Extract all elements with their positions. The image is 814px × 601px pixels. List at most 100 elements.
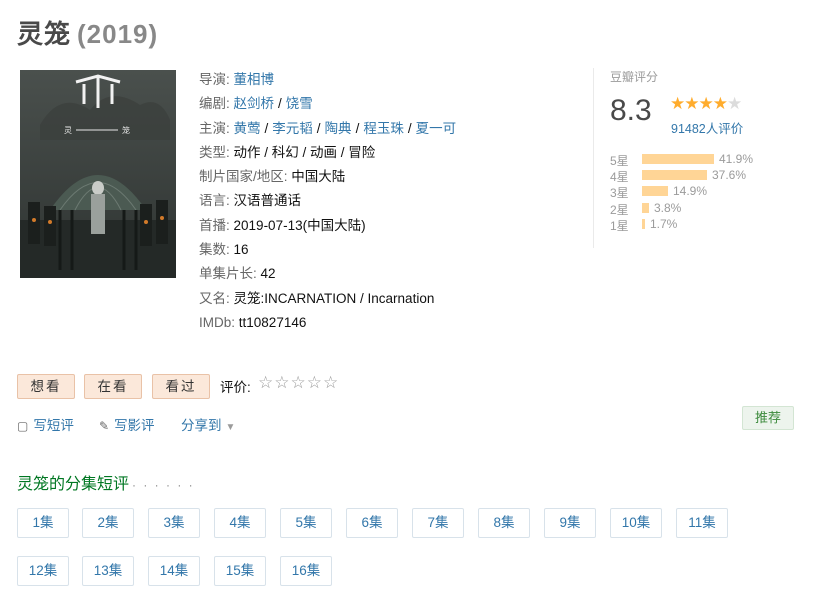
runtime-row: 单集片长: 42 bbox=[199, 262, 559, 286]
genre-value: 动作 / 科幻 / 动画 / 冒险 bbox=[233, 144, 376, 160]
premiere-row: 首播: 2019-07-13(中国大陆) bbox=[199, 214, 559, 238]
star-icon: ★ bbox=[684, 94, 699, 113]
want-button[interactable]: 想看 bbox=[17, 374, 75, 399]
cast-link[interactable]: 李元韬 bbox=[272, 121, 313, 136]
imdb-value: tt10827146 bbox=[238, 314, 307, 330]
director-link[interactable]: 董相博 bbox=[234, 72, 275, 87]
rating-bar-label: 3星 bbox=[610, 186, 629, 201]
rating-label: 豆瓣评分 bbox=[610, 70, 659, 84]
user-rating-label: 评价: bbox=[220, 380, 251, 395]
region-value: 中国大陆 bbox=[291, 169, 346, 185]
runtime-value: 42 bbox=[260, 266, 276, 282]
episode-button[interactable]: 10集 bbox=[610, 508, 662, 538]
star-empty-icon: ★ bbox=[727, 94, 742, 113]
title-name: 灵笼 bbox=[17, 19, 72, 49]
genre-label: 类型: bbox=[199, 144, 230, 160]
short-review-label: 写短评 bbox=[33, 418, 74, 433]
episode-button[interactable]: 9集 bbox=[544, 508, 596, 538]
language-label: 语言: bbox=[199, 193, 230, 209]
share-label: 分享到 bbox=[181, 418, 222, 433]
star-icon: ★ bbox=[698, 94, 714, 113]
writer-label: 编剧: bbox=[199, 96, 230, 112]
language-row: 语言: 汉语普通话 bbox=[199, 189, 559, 213]
watching-button[interactable]: 在看 bbox=[84, 374, 142, 399]
episode-button[interactable]: 5集 bbox=[280, 508, 332, 538]
rating-bar-pct: 14.9% bbox=[673, 184, 708, 199]
page-title: 灵笼 (2019) bbox=[17, 14, 158, 51]
imdb-label: IMDb: bbox=[199, 314, 236, 330]
rating-count-link[interactable]: 91482人评价 bbox=[671, 118, 743, 137]
rating-bar-fill bbox=[642, 202, 649, 213]
review-link[interactable]: ✎ 写影评 bbox=[99, 414, 155, 434]
aka-value: 灵笼:INCARNATION / Incarnation bbox=[233, 290, 435, 306]
poster-char-right: 笼 bbox=[122, 125, 130, 135]
episode-button[interactable]: 11集 bbox=[676, 508, 728, 538]
aka-label: 又名: bbox=[199, 290, 230, 306]
premiere-value: 2019-07-13(中国大陆) bbox=[233, 217, 366, 233]
rating-bar-label: 5星 bbox=[610, 154, 629, 168]
episode-button[interactable]: 13集 bbox=[82, 556, 134, 586]
imdb-row: IMDb: tt10827146 bbox=[199, 311, 559, 335]
episode-button[interactable]: 16集 bbox=[280, 556, 332, 586]
episodes-label: 集数: bbox=[199, 242, 230, 258]
episode-section-label: 灵笼的分集短评 bbox=[17, 476, 130, 493]
chevron-down-icon: ▼ bbox=[225, 422, 236, 433]
rating-bar-fill bbox=[642, 154, 714, 164]
region-row: 制片国家/地区: 中国大陆 bbox=[199, 165, 559, 189]
cast-link[interactable]: 陶典 bbox=[325, 121, 352, 136]
share-dropdown[interactable]: 分享到 ▼ bbox=[181, 414, 235, 434]
director-label: 导演: bbox=[199, 72, 230, 87]
rating-panel: 豆瓣评分 8.3 ★★★★★ 91482人评价 5星 41.9% 4星 37.6… bbox=[593, 68, 784, 248]
watched-button[interactable]: 看过 bbox=[152, 374, 210, 399]
cast-row: 主演: 黄莺 / 李元韬 / 陶典 / 程玉珠 / 夏一可 bbox=[199, 120, 457, 136]
rating-bar-fill bbox=[642, 170, 707, 181]
runtime-label: 单集片长: bbox=[199, 266, 257, 282]
rating-bar-label: 2星 bbox=[610, 202, 629, 217]
region-label: 制片国家/地区: bbox=[199, 169, 288, 185]
episode-button[interactable]: 3集 bbox=[148, 508, 200, 538]
cast-link[interactable]: 夏一可 bbox=[416, 121, 457, 136]
cast-label: 主演: bbox=[199, 120, 230, 136]
recommend-button[interactable]: 推荐 bbox=[742, 406, 794, 430]
episodes-row: 集数: 16 bbox=[199, 238, 559, 262]
episode-button[interactable]: 4集 bbox=[214, 508, 266, 538]
rating-bar-pct: 1.7% bbox=[650, 216, 678, 231]
episodes-value: 16 bbox=[233, 242, 249, 258]
rating-stars: ★★★★★ bbox=[670, 94, 742, 114]
review-label: 写影评 bbox=[114, 418, 155, 433]
user-rating-stars[interactable]: ☆☆☆☆☆ bbox=[258, 373, 339, 393]
poster-char-left: 灵 bbox=[64, 126, 72, 135]
episode-section-title: 灵笼的分集短评 · · · · · · bbox=[17, 470, 195, 494]
rating-bar-pct: 3.8% bbox=[654, 200, 682, 215]
language-value: 汉语普通话 bbox=[233, 193, 302, 209]
cast-link[interactable]: 黄莺 bbox=[234, 121, 261, 136]
episode-button[interactable]: 1集 bbox=[17, 508, 69, 538]
episode-button[interactable]: 2集 bbox=[82, 508, 134, 538]
pencil-icon: ✎ bbox=[99, 419, 110, 433]
premiere-label: 首播: bbox=[199, 217, 230, 233]
episode-button[interactable]: 7集 bbox=[412, 508, 464, 538]
rating-bar-pct: 41.9% bbox=[719, 152, 754, 166]
rating-bar-fill bbox=[642, 186, 668, 197]
episode-button[interactable]: 6集 bbox=[346, 508, 398, 538]
star-icon: ★ bbox=[670, 94, 685, 113]
title-year: (2019) bbox=[77, 19, 159, 49]
poster-image[interactable]: 灵 笼 bbox=[20, 70, 176, 278]
writer-link[interactable]: 饶雪 bbox=[286, 96, 313, 111]
episode-button[interactable]: 12集 bbox=[17, 556, 69, 586]
movie-info: 导演: 董相博 编剧: 赵剑桥 / 饶雪 主演: 黄莺 / 李元韬 / 陶典 / 程玉珠 / 夏一可… bbox=[199, 68, 559, 335]
rating-bar-pct: 37.6% bbox=[712, 168, 747, 183]
episode-button[interactable]: 8集 bbox=[478, 508, 530, 538]
episode-button[interactable]: 14集 bbox=[148, 556, 200, 586]
rating-bar-fill bbox=[642, 218, 645, 229]
writer-row: 编剧: 赵剑桥 / 饶雪 bbox=[199, 96, 313, 112]
poster-art: 灵 笼 bbox=[20, 70, 176, 278]
episode-button[interactable]: 15集 bbox=[214, 556, 266, 586]
rating-bar-label: 1星 bbox=[610, 218, 629, 233]
comment-icon: ▢ bbox=[17, 419, 29, 433]
writer-link[interactable]: 赵剑桥 bbox=[234, 96, 275, 111]
rating-score: 8.3 bbox=[610, 94, 652, 127]
cast-link[interactable]: 程玉珠 bbox=[363, 121, 404, 136]
director-row: 导演: 董相博 bbox=[199, 68, 559, 92]
short-review-link[interactable]: ▢ 写短评 bbox=[17, 414, 74, 434]
